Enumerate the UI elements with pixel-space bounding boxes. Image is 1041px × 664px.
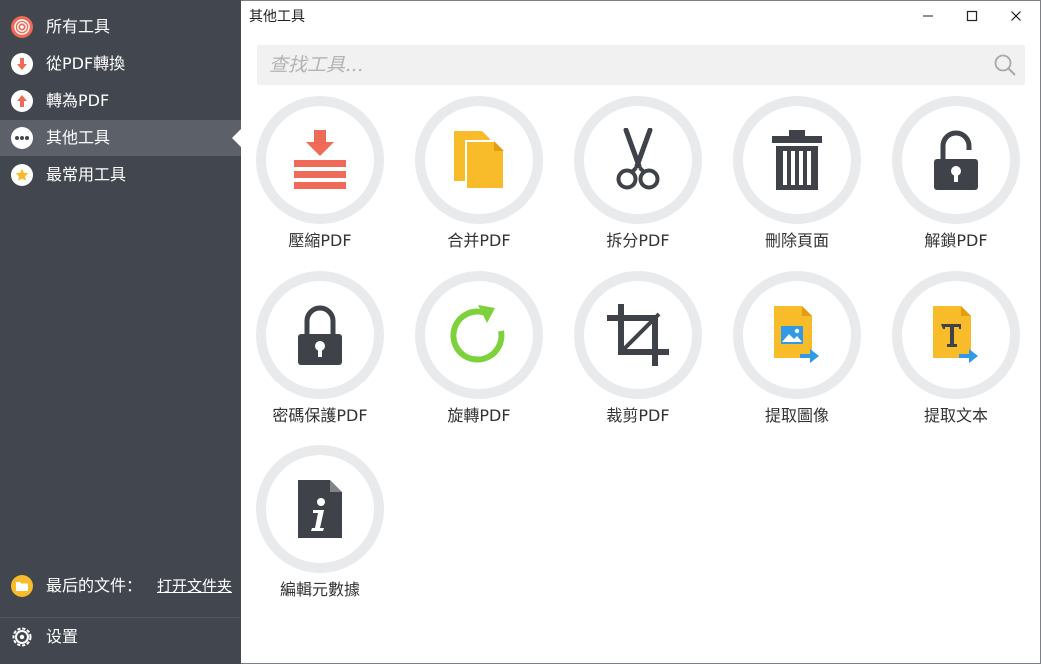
tool-unlock-pdf[interactable]: 解鎖PDF bbox=[877, 96, 1035, 266]
open-folder-link[interactable]: 打开文件夹 bbox=[157, 567, 232, 605]
extract-image-icon bbox=[774, 306, 819, 363]
tool-merge-pdf[interactable]: 合并PDF bbox=[400, 96, 558, 266]
sidebar-item-label: 最常用工具 bbox=[46, 165, 127, 184]
compress-icon bbox=[294, 130, 346, 189]
window-title: 其他工具 bbox=[249, 9, 305, 25]
maximize-button[interactable] bbox=[949, 1, 995, 31]
tool-ring bbox=[733, 96, 861, 224]
search-bar bbox=[257, 45, 1025, 85]
sidebar-item-label: 其他工具 bbox=[46, 128, 111, 147]
close-icon bbox=[1011, 11, 1021, 21]
folder-icon bbox=[11, 575, 33, 597]
scissors-icon bbox=[616, 128, 660, 190]
tool-rotate-pdf[interactable]: 旋轉PDF bbox=[400, 271, 558, 441]
sidebar: 所有工具 從PDF轉換 轉為PDF 其他工具 最常用工具 最后的文件： 打开文件… bbox=[0, 0, 241, 664]
tool-label: 密碼保護PDF bbox=[272, 406, 368, 425]
gear-icon bbox=[11, 626, 33, 648]
sidebar-item-to-pdf[interactable]: 轉為PDF bbox=[0, 83, 241, 119]
tool-label: 拆分PDF bbox=[606, 231, 670, 250]
tool-edit-metadata[interactable]: 編輯元數據 bbox=[241, 445, 399, 615]
tool-label: 刪除頁面 bbox=[764, 231, 829, 250]
sidebar-item-from-pdf[interactable]: 從PDF轉換 bbox=[0, 46, 241, 82]
arrow-down-icon bbox=[11, 53, 33, 75]
tool-label: 提取文本 bbox=[923, 406, 988, 425]
target-icon bbox=[11, 16, 33, 38]
rotate-icon bbox=[450, 305, 505, 363]
tool-ring bbox=[256, 96, 384, 224]
tool-password-protect-pdf[interactable]: 密碼保護PDF bbox=[241, 271, 399, 441]
tool-ring bbox=[256, 445, 384, 573]
tool-label: 提取圖像 bbox=[764, 406, 829, 425]
metadata-info-icon bbox=[298, 480, 342, 538]
tool-split-pdf[interactable]: 拆分PDF bbox=[559, 96, 717, 266]
tool-extract-text[interactable]: 提取文本 bbox=[877, 271, 1035, 441]
tool-ring bbox=[574, 271, 702, 399]
settings-button[interactable]: 设置 bbox=[0, 618, 241, 656]
maximize-icon bbox=[966, 10, 978, 22]
sidebar-item-all-tools[interactable]: 所有工具 bbox=[0, 9, 241, 45]
extract-text-icon bbox=[933, 306, 978, 363]
main-panel: 其他工具 壓縮PDF 合并PDF bbox=[241, 0, 1041, 664]
tool-ring bbox=[415, 96, 543, 224]
tool-ring bbox=[256, 271, 384, 399]
tool-extract-images[interactable]: 提取圖像 bbox=[718, 271, 876, 441]
recent-files: 最后的文件： 打开文件夹 bbox=[0, 567, 241, 605]
close-button[interactable] bbox=[993, 1, 1039, 31]
tool-label: 解鎖PDF bbox=[924, 231, 988, 250]
sidebar-item-label: 所有工具 bbox=[46, 17, 111, 36]
tool-delete-pages[interactable]: 刪除頁面 bbox=[718, 96, 876, 266]
tool-ring bbox=[415, 271, 543, 399]
tool-ring bbox=[733, 271, 861, 399]
tool-label: 裁剪PDF bbox=[606, 406, 670, 425]
sidebar-item-other-tools[interactable]: 其他工具 bbox=[0, 120, 241, 156]
recent-files-label: 最后的文件： bbox=[46, 576, 143, 595]
minimize-button[interactable] bbox=[905, 1, 951, 31]
tool-label: 編輯元數據 bbox=[279, 580, 360, 599]
sidebar-item-label: 從PDF轉換 bbox=[46, 54, 126, 73]
search-input[interactable] bbox=[257, 45, 977, 85]
tool-label: 旋轉PDF bbox=[447, 406, 511, 425]
trash-icon bbox=[772, 130, 822, 190]
star-icon bbox=[11, 164, 33, 186]
settings-label: 设置 bbox=[46, 627, 79, 646]
lock-icon bbox=[298, 305, 342, 365]
tool-crop-pdf[interactable]: 裁剪PDF bbox=[559, 271, 717, 441]
minimize-icon bbox=[923, 15, 933, 17]
unlock-icon bbox=[934, 130, 978, 190]
sidebar-item-most-used[interactable]: 最常用工具 bbox=[0, 157, 241, 193]
arrow-up-icon bbox=[11, 90, 33, 112]
sidebar-item-label: 轉為PDF bbox=[46, 91, 110, 110]
crop-icon bbox=[607, 304, 669, 366]
tool-ring bbox=[892, 96, 1020, 224]
tool-label: 合并PDF bbox=[447, 231, 511, 250]
search-icon[interactable] bbox=[993, 53, 1017, 77]
merge-icon bbox=[454, 131, 505, 190]
tool-ring bbox=[892, 271, 1020, 399]
tool-label: 壓縮PDF bbox=[288, 231, 352, 250]
tool-ring bbox=[574, 96, 702, 224]
tool-compress-pdf[interactable]: 壓縮PDF bbox=[241, 96, 399, 266]
more-dots-icon bbox=[11, 127, 33, 149]
